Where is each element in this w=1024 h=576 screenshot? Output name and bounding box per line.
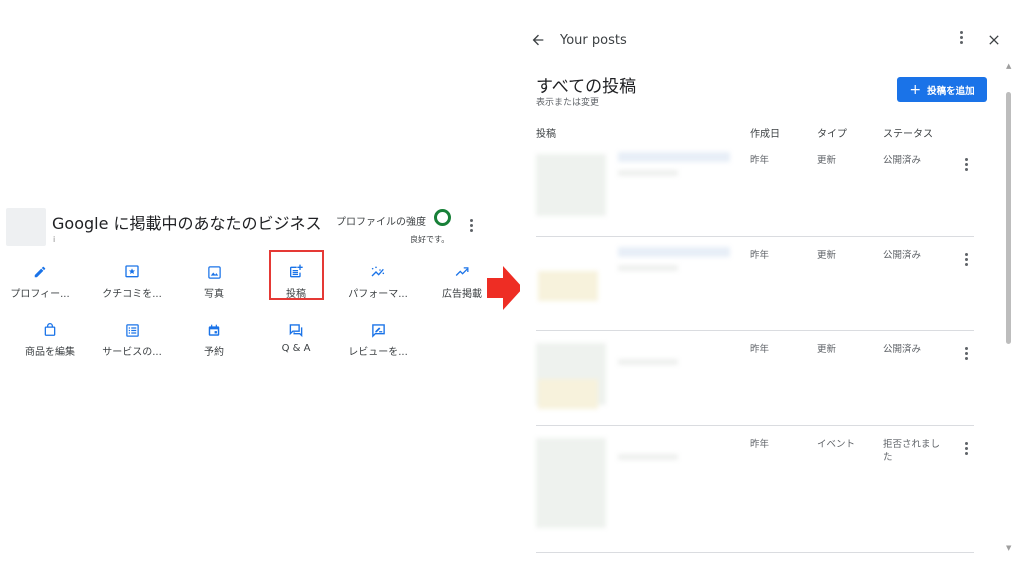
photo-icon	[174, 262, 254, 282]
post-row[interactable]: 昨年 更新 公開済み	[536, 335, 974, 426]
column-header-status: ステータス	[883, 129, 933, 140]
performance-icon	[338, 262, 418, 282]
post-thumbnail	[536, 146, 732, 226]
add-post-button[interactable]: + 投稿を追加	[897, 77, 987, 102]
action-label: プロフィー...	[10, 289, 70, 300]
post-thumbnail	[536, 241, 732, 321]
action-photos[interactable]: 写真	[174, 262, 254, 300]
action-label: クチコミを...	[102, 289, 162, 300]
post-row[interactable]: 昨年 更新 公開済み	[536, 241, 974, 331]
profile-strength-ring-icon[interactable]	[434, 209, 451, 226]
back-arrow-icon[interactable]	[530, 32, 546, 48]
row-more-icon[interactable]	[961, 158, 971, 176]
post-type: 更新	[817, 344, 837, 355]
panel-title: Your posts	[560, 33, 627, 48]
plus-icon: +	[909, 81, 922, 98]
action-reviews[interactable]: クチコミを...	[92, 262, 172, 300]
business-title: Google に掲載中のあなたのビジネス	[52, 214, 322, 233]
post-status: 公開済み	[883, 250, 922, 261]
action-label: 予約	[204, 347, 224, 358]
section-subtitle: 表示または変更	[536, 98, 600, 108]
row-more-icon[interactable]	[961, 347, 971, 365]
post-row[interactable]: 昨年 イベント 拒否されました	[536, 430, 974, 553]
business-subtitle: i	[53, 235, 56, 244]
post-status: 公開済み	[883, 155, 922, 166]
qa-icon	[256, 320, 336, 340]
action-label: 商品を編集	[25, 347, 75, 358]
row-more-icon[interactable]	[961, 442, 971, 460]
action-label: パフォーマ...	[348, 289, 408, 300]
rate-review-icon	[338, 320, 418, 340]
business-profile-panel: Google に掲載中のあなたのビジネス i プロファイルの強度 良好です。 プ…	[0, 0, 490, 576]
action-label: 写真	[204, 289, 224, 300]
post-type: 更新	[817, 155, 837, 166]
more-vert-icon[interactable]	[956, 31, 966, 49]
post-date: 昨年	[750, 155, 770, 166]
column-header-type: タイプ	[817, 129, 847, 140]
section-title: すべての投稿	[536, 77, 637, 97]
post-date: 昨年	[750, 439, 770, 450]
action-services[interactable]: サービスの...	[92, 320, 172, 358]
scroll-down-icon[interactable]: ▼	[1006, 544, 1011, 552]
posts-highlight-box	[269, 250, 324, 300]
scroll-up-icon[interactable]: ▲	[1006, 62, 1011, 70]
scrollbar-thumb[interactable]	[1006, 92, 1011, 344]
profile-strength-label: プロファイルの強度	[336, 217, 426, 228]
review-star-icon	[92, 262, 172, 282]
list-icon	[92, 320, 172, 340]
business-avatar	[6, 208, 46, 246]
action-edit-profile[interactable]: プロフィー...	[0, 262, 80, 300]
post-thumbnail	[536, 335, 732, 415]
action-label: Q & A	[281, 343, 311, 354]
action-label: サービスの...	[102, 347, 162, 358]
action-bookings[interactable]: 予約	[174, 320, 254, 358]
more-options-icon[interactable]	[466, 219, 476, 239]
action-ask-reviews[interactable]: レビューを...	[338, 320, 418, 358]
action-edit-products[interactable]: 商品を編集	[10, 320, 90, 358]
row-more-icon[interactable]	[961, 253, 971, 271]
close-icon[interactable]	[986, 32, 1002, 48]
action-qa[interactable]: Q & A	[256, 320, 336, 354]
column-header-post: 投稿	[536, 129, 556, 140]
action-label: レビューを...	[348, 347, 408, 358]
post-type: イベント	[817, 439, 856, 450]
column-header-created: 作成日	[750, 129, 780, 140]
post-row[interactable]: 昨年 更新 公開済み	[536, 146, 974, 237]
post-date: 昨年	[750, 344, 770, 355]
posts-panel: Your posts すべての投稿 表示または変更 + 投稿を追加 投稿 作成日…	[520, 0, 1024, 576]
calendar-icon	[174, 320, 254, 340]
profile-strength-status: 良好です。	[410, 235, 450, 244]
arrow-right-icon	[487, 266, 523, 310]
add-post-label: 投稿を追加	[927, 85, 975, 97]
post-thumbnail	[536, 430, 732, 540]
post-date: 昨年	[750, 250, 770, 261]
action-performance[interactable]: パフォーマ...	[338, 262, 418, 300]
shopping-bag-icon	[10, 320, 90, 340]
post-type: 更新	[817, 250, 837, 261]
post-status: 拒否されました	[883, 439, 941, 463]
post-status: 公開済み	[883, 344, 922, 355]
edit-icon	[0, 262, 80, 282]
